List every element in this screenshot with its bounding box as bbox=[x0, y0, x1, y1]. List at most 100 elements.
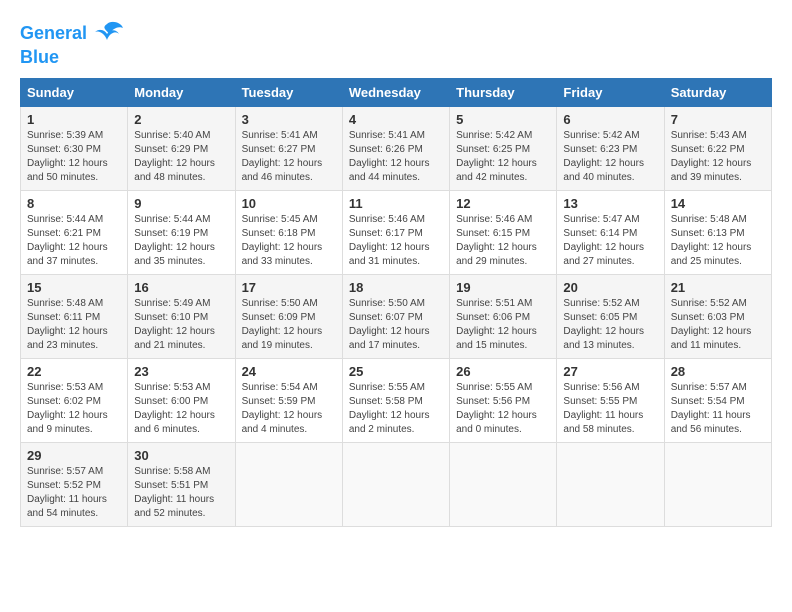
day-info: Sunrise: 5:46 AM Sunset: 6:15 PM Dayligh… bbox=[456, 213, 550, 269]
day-info: Sunrise: 5:46 AM Sunset: 6:17 PM Dayligh… bbox=[349, 213, 443, 269]
day-number: 30 bbox=[134, 448, 228, 463]
calendar-cell: 22 Sunrise: 5:53 AM Sunset: 6:02 PM Dayli… bbox=[21, 358, 128, 442]
day-info: Sunrise: 5:50 AM Sunset: 6:07 PM Dayligh… bbox=[349, 297, 443, 353]
day-info: Sunrise: 5:41 AM Sunset: 6:26 PM Dayligh… bbox=[349, 129, 443, 185]
calendar-cell: 26 Sunrise: 5:55 AM Sunset: 5:56 PM Dayli… bbox=[450, 358, 557, 442]
day-info: Sunrise: 5:44 AM Sunset: 6:19 PM Dayligh… bbox=[134, 213, 228, 269]
calendar-cell: 25 Sunrise: 5:55 AM Sunset: 5:58 PM Dayli… bbox=[342, 358, 449, 442]
day-number: 23 bbox=[134, 364, 228, 379]
day-info: Sunrise: 5:41 AM Sunset: 6:27 PM Dayligh… bbox=[242, 129, 336, 185]
calendar-cell bbox=[557, 442, 664, 526]
day-info: Sunrise: 5:48 AM Sunset: 6:11 PM Dayligh… bbox=[27, 297, 121, 353]
calendar-cell: 27Sunrise: 5:56 AM Sunset: 5:55 PM Dayli… bbox=[557, 358, 664, 442]
calendar-cell: 28 Sunrise: 5:57 AM Sunset: 5:54 PM Dayli… bbox=[664, 358, 771, 442]
day-info: Sunrise: 5:39 AM Sunset: 6:30 PM Dayligh… bbox=[27, 129, 121, 185]
calendar-cell: 15 Sunrise: 5:48 AM Sunset: 6:11 PM Dayli… bbox=[21, 274, 128, 358]
day-number: 26 bbox=[456, 364, 550, 379]
day-number: 20 bbox=[563, 280, 657, 295]
day-number: 4 bbox=[349, 112, 443, 127]
col-thursday: Thursday bbox=[450, 78, 557, 106]
day-info: Sunrise: 5:57 AM Sunset: 5:52 PM Dayligh… bbox=[27, 465, 121, 521]
calendar-cell: 2 Sunrise: 5:40 AM Sunset: 6:29 PM Daylig… bbox=[128, 106, 235, 190]
calendar-row: 15 Sunrise: 5:48 AM Sunset: 6:11 PM Dayli… bbox=[21, 274, 772, 358]
header-row: Sunday Monday Tuesday Wednesday Thursday… bbox=[21, 78, 772, 106]
day-number: 27 bbox=[563, 364, 657, 379]
calendar-cell: 24 Sunrise: 5:54 AM Sunset: 5:59 PM Dayli… bbox=[235, 358, 342, 442]
logo-text: General bbox=[20, 24, 87, 44]
day-number: 11 bbox=[349, 196, 443, 211]
calendar-table: Sunday Monday Tuesday Wednesday Thursday… bbox=[20, 78, 772, 527]
calendar-cell: 13 Sunrise: 5:47 AM Sunset: 6:14 PM Dayli… bbox=[557, 190, 664, 274]
calendar-cell: 16Sunrise: 5:49 AM Sunset: 6:10 PM Dayli… bbox=[128, 274, 235, 358]
day-number: 24 bbox=[242, 364, 336, 379]
calendar-cell: 9Sunrise: 5:44 AM Sunset: 6:19 PM Daylig… bbox=[128, 190, 235, 274]
day-info: Sunrise: 5:55 AM Sunset: 5:56 PM Dayligh… bbox=[456, 381, 550, 437]
col-tuesday: Tuesday bbox=[235, 78, 342, 106]
calendar-cell: 11 Sunrise: 5:46 AM Sunset: 6:17 PM Dayli… bbox=[342, 190, 449, 274]
day-info: Sunrise: 5:47 AM Sunset: 6:14 PM Dayligh… bbox=[563, 213, 657, 269]
logo: General Blue bbox=[20, 20, 123, 68]
calendar-row: 29 Sunrise: 5:57 AM Sunset: 5:52 PM Dayli… bbox=[21, 442, 772, 526]
day-number: 25 bbox=[349, 364, 443, 379]
day-info: Sunrise: 5:49 AM Sunset: 6:10 PM Dayligh… bbox=[134, 297, 228, 353]
calendar-cell: 3 Sunrise: 5:41 AM Sunset: 6:27 PM Daylig… bbox=[235, 106, 342, 190]
calendar-cell: 18 Sunrise: 5:50 AM Sunset: 6:07 PM Dayli… bbox=[342, 274, 449, 358]
logo-bird-icon bbox=[91, 20, 123, 48]
day-info: Sunrise: 5:52 AM Sunset: 6:03 PM Dayligh… bbox=[671, 297, 765, 353]
day-info: Sunrise: 5:48 AM Sunset: 6:13 PM Dayligh… bbox=[671, 213, 765, 269]
day-number: 22 bbox=[27, 364, 121, 379]
day-number: 18 bbox=[349, 280, 443, 295]
day-number: 19 bbox=[456, 280, 550, 295]
day-number: 14 bbox=[671, 196, 765, 211]
day-info: Sunrise: 5:50 AM Sunset: 6:09 PM Dayligh… bbox=[242, 297, 336, 353]
day-info: Sunrise: 5:53 AM Sunset: 6:02 PM Dayligh… bbox=[27, 381, 121, 437]
day-number: 6 bbox=[563, 112, 657, 127]
calendar-cell: 7 Sunrise: 5:43 AM Sunset: 6:22 PM Daylig… bbox=[664, 106, 771, 190]
calendar-cell: 20 Sunrise: 5:52 AM Sunset: 6:05 PM Dayli… bbox=[557, 274, 664, 358]
calendar-cell: 4 Sunrise: 5:41 AM Sunset: 6:26 PM Daylig… bbox=[342, 106, 449, 190]
day-number: 15 bbox=[27, 280, 121, 295]
calendar-cell bbox=[342, 442, 449, 526]
calendar-cell bbox=[235, 442, 342, 526]
calendar-cell: 23 Sunrise: 5:53 AM Sunset: 6:00 PM Dayli… bbox=[128, 358, 235, 442]
day-info: Sunrise: 5:42 AM Sunset: 6:25 PM Dayligh… bbox=[456, 129, 550, 185]
day-info: Sunrise: 5:57 AM Sunset: 5:54 PM Dayligh… bbox=[671, 381, 765, 437]
calendar-cell: 10Sunrise: 5:45 AM Sunset: 6:18 PM Dayli… bbox=[235, 190, 342, 274]
col-saturday: Saturday bbox=[664, 78, 771, 106]
calendar-cell: 12 Sunrise: 5:46 AM Sunset: 6:15 PM Dayli… bbox=[450, 190, 557, 274]
day-info: Sunrise: 5:43 AM Sunset: 6:22 PM Dayligh… bbox=[671, 129, 765, 185]
day-info: Sunrise: 5:58 AM Sunset: 5:51 PM Dayligh… bbox=[134, 465, 228, 521]
page-header: General Blue bbox=[20, 20, 772, 68]
day-number: 2 bbox=[134, 112, 228, 127]
day-number: 29 bbox=[27, 448, 121, 463]
day-number: 12 bbox=[456, 196, 550, 211]
day-info: Sunrise: 5:54 AM Sunset: 5:59 PM Dayligh… bbox=[242, 381, 336, 437]
col-friday: Friday bbox=[557, 78, 664, 106]
day-number: 7 bbox=[671, 112, 765, 127]
calendar-cell: 29 Sunrise: 5:57 AM Sunset: 5:52 PM Dayli… bbox=[21, 442, 128, 526]
day-number: 8 bbox=[27, 196, 121, 211]
calendar-cell: 5 Sunrise: 5:42 AM Sunset: 6:25 PM Daylig… bbox=[450, 106, 557, 190]
calendar-cell: 6 Sunrise: 5:42 AM Sunset: 6:23 PM Daylig… bbox=[557, 106, 664, 190]
day-number: 13 bbox=[563, 196, 657, 211]
day-info: Sunrise: 5:55 AM Sunset: 5:58 PM Dayligh… bbox=[349, 381, 443, 437]
day-info: Sunrise: 5:42 AM Sunset: 6:23 PM Dayligh… bbox=[563, 129, 657, 185]
day-number: 5 bbox=[456, 112, 550, 127]
day-number: 28 bbox=[671, 364, 765, 379]
col-wednesday: Wednesday bbox=[342, 78, 449, 106]
calendar-cell: 30 Sunrise: 5:58 AM Sunset: 5:51 PM Dayli… bbox=[128, 442, 235, 526]
day-info: Sunrise: 5:52 AM Sunset: 6:05 PM Dayligh… bbox=[563, 297, 657, 353]
calendar-cell bbox=[450, 442, 557, 526]
day-number: 21 bbox=[671, 280, 765, 295]
calendar-cell: 21 Sunrise: 5:52 AM Sunset: 6:03 PM Dayli… bbox=[664, 274, 771, 358]
day-info: Sunrise: 5:53 AM Sunset: 6:00 PM Dayligh… bbox=[134, 381, 228, 437]
col-sunday: Sunday bbox=[21, 78, 128, 106]
day-info: Sunrise: 5:40 AM Sunset: 6:29 PM Dayligh… bbox=[134, 129, 228, 185]
day-number: 1 bbox=[27, 112, 121, 127]
calendar-cell bbox=[664, 442, 771, 526]
day-number: 3 bbox=[242, 112, 336, 127]
day-number: 17 bbox=[242, 280, 336, 295]
calendar-row: 22 Sunrise: 5:53 AM Sunset: 6:02 PM Dayli… bbox=[21, 358, 772, 442]
calendar-cell: 19Sunrise: 5:51 AM Sunset: 6:06 PM Dayli… bbox=[450, 274, 557, 358]
calendar-cell: 1 Sunrise: 5:39 AM Sunset: 6:30 PM Daylig… bbox=[21, 106, 128, 190]
